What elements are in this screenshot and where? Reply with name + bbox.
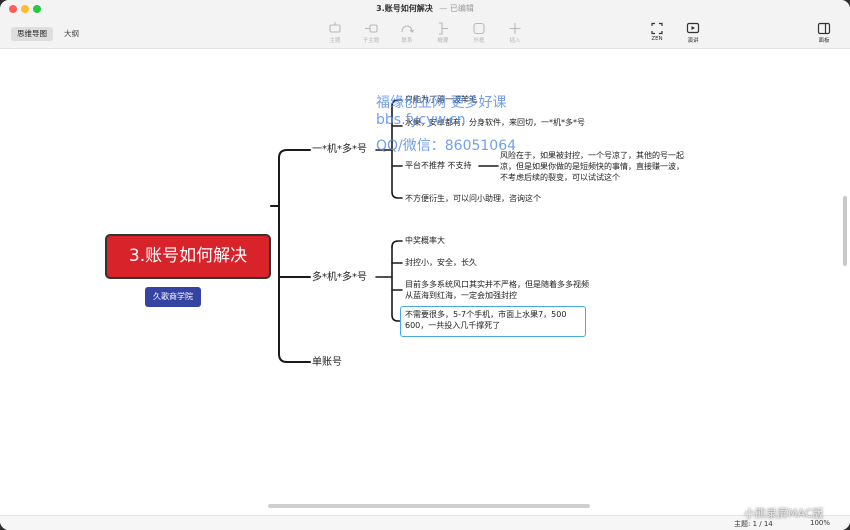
- watermark-line3: QQ/微信：86051064: [376, 138, 517, 154]
- topic-icon: [329, 22, 341, 33]
- status-bar: 主题: 1 / 14 100%: [0, 515, 850, 530]
- boundary-label: 外框: [473, 38, 485, 44]
- play-icon: [686, 22, 700, 34]
- horizontal-scrollbar[interactable]: [268, 504, 590, 508]
- app-window: 3.账号如何解决 — 已编辑 思维导图 大纲 主题 子主题 联系 概要 外框 插…: [0, 0, 850, 530]
- boundary-icon: [473, 22, 485, 35]
- relation-button[interactable]: 联系: [390, 22, 424, 44]
- relation-icon: [401, 25, 414, 33]
- sidebar-panel-icon: [817, 22, 831, 35]
- subtopic-item[interactable]: 不方便衍生，可以问小助理，咨询这个: [405, 193, 541, 204]
- subtopic-button[interactable]: 子主题: [354, 22, 388, 44]
- zen-button[interactable]: ZEN: [640, 22, 674, 42]
- relation-label: 联系: [401, 38, 413, 44]
- subtopic-item[interactable]: 目前多多系统风口其实并不严格，但是随着多多视频从蓝海到红海，一定会加强封控: [405, 279, 595, 301]
- branch-multi-phone-multi-account[interactable]: 多*机*多*号: [312, 271, 367, 284]
- watermark-line2: bbs.fycyw.cn: [376, 112, 466, 128]
- zen-label: ZEN: [651, 36, 663, 42]
- title-bar: 3.账号如何解决 — 已编辑: [0, 0, 850, 17]
- recorder-watermark: 小熊录屏MAC版: [744, 507, 824, 520]
- fullscreen-icon: [651, 22, 663, 35]
- toolbar: 思维导图 大纲 主题 子主题 联系 概要 外框 插入 ZEN 演讲 面板: [0, 17, 850, 49]
- edited-status: — 已编辑: [439, 4, 474, 13]
- summary-label: 概要: [437, 38, 449, 44]
- summary-button[interactable]: 概要: [426, 22, 460, 44]
- topic-button[interactable]: 主题: [318, 22, 352, 44]
- tab-outline[interactable]: 大纲: [58, 27, 85, 41]
- topic-label: 主题: [329, 38, 341, 44]
- vertical-scrollbar[interactable]: [843, 196, 847, 266]
- branch-one-phone-multi-account[interactable]: 一*机*多*号: [312, 143, 367, 156]
- risk-note[interactable]: 风险在于，如果被封控，一个号凉了，其他的号一起凉，但是如果你做的是短频快的事情，…: [500, 150, 688, 183]
- subtopic-label: 子主题: [362, 38, 380, 44]
- root-topic[interactable]: 3.账号如何解决: [105, 234, 271, 279]
- summary-icon: [439, 22, 448, 35]
- insert-button[interactable]: 插入: [498, 22, 532, 44]
- window-title-area: 3.账号如何解决 — 已编辑: [0, 3, 850, 14]
- mindmap-canvas[interactable]: 3.账号如何解决 久歌商学院 一*机*多*号 只能为了薅一波羊毛 水果，安卓都有…: [0, 50, 850, 515]
- present-label: 演讲: [687, 38, 699, 44]
- insert-label: 插入: [509, 38, 521, 44]
- subtopic-item[interactable]: 封控小，安全，长久: [405, 257, 477, 268]
- branch-single-account[interactable]: 单账号: [312, 356, 342, 369]
- subtopic-icon: [365, 24, 378, 33]
- panel-label: 面板: [818, 38, 830, 44]
- selected-topic[interactable]: 不需要很多，5-7个手机，市面上水果7，500 600，一共投入几千撑死了: [400, 306, 586, 337]
- plus-icon: [509, 23, 521, 34]
- boundary-button[interactable]: 外框: [462, 22, 496, 44]
- window-title: 3.账号如何解决: [376, 4, 433, 13]
- panel-button[interactable]: 面板: [807, 22, 841, 44]
- subtopic-item[interactable]: 平台不推荐 不支持: [405, 160, 472, 171]
- label-tag[interactable]: 久歌商学院: [145, 287, 201, 307]
- tab-mindmap[interactable]: 思维导图: [11, 27, 53, 41]
- watermark-line1: 福缘创业网 更多好课: [376, 95, 507, 111]
- present-button[interactable]: 演讲: [676, 22, 710, 44]
- subtopic-item[interactable]: 中奖概率大: [405, 235, 445, 246]
- subtopic-item: 不需要很多，5-7个手机，市面上水果7，500 600，一共投入几千撑死了: [405, 310, 567, 330]
